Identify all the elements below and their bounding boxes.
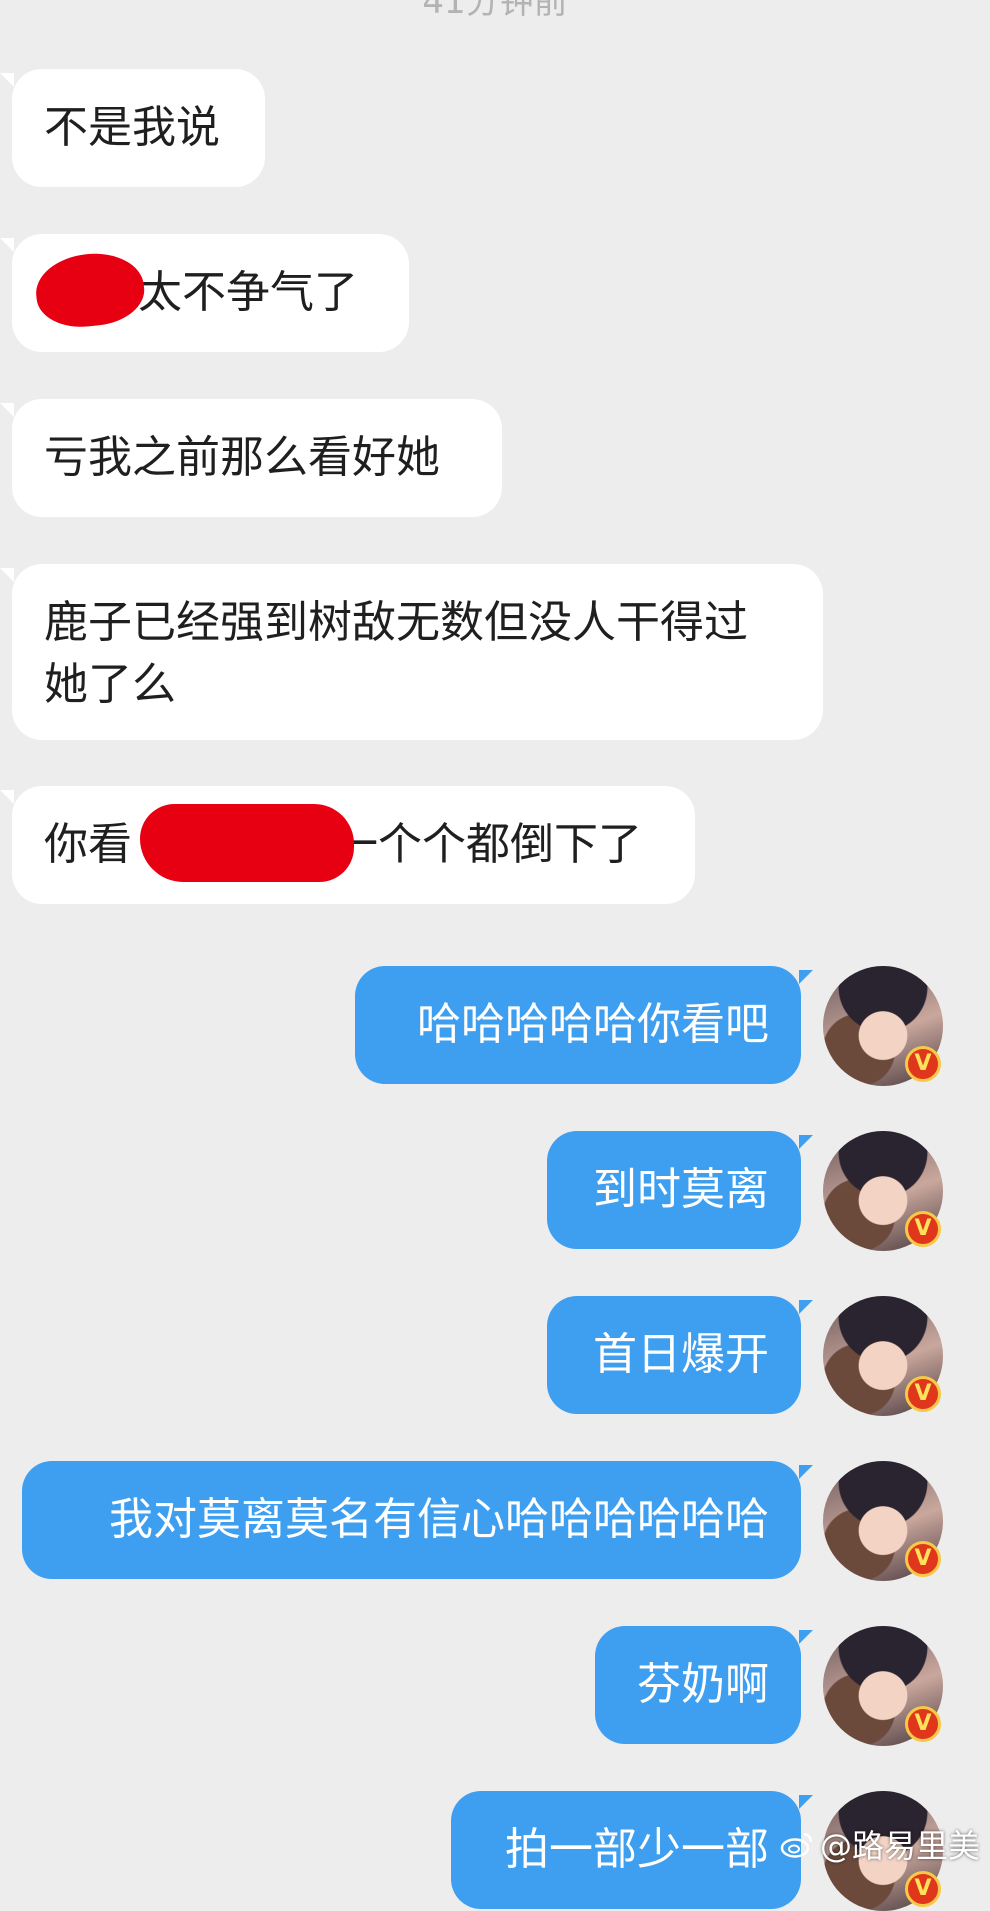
message-text: 太不争气了 [138,267,358,318]
message-bubble-sent[interactable]: 我对莫离莫名有信心哈哈哈哈哈哈 [22,1461,813,1579]
verified-badge-icon: V [905,1871,941,1907]
message-text: 我对莫离莫名有信心哈哈哈哈哈哈 [109,1494,769,1545]
watermark-text: @路易里美 [819,1827,980,1865]
message-bubble-received[interactable]: 你看 一个个都倒下了 [0,786,695,904]
message-text: 拍一部少一部 [505,1824,769,1875]
message-bubble-sent[interactable]: 芬奶啊 [595,1626,813,1744]
verified-badge-icon: V [905,1211,941,1247]
message-text-start: 你看 [44,819,132,870]
message-text: 首日爆开 [593,1329,769,1380]
message-text: 鹿子已经强到树敌无数但没人干得过她了么 [44,597,748,710]
message-text: 不是我说 [44,102,220,153]
watermark: @路易里美 [780,1821,980,1867]
verified-badge-icon: V [905,1046,941,1082]
message-text: 到时莫离 [593,1164,769,1215]
message-bubble-received[interactable]: 鹿子已经强到树敌无数但没人干得过她了么 [0,564,823,740]
user-avatar[interactable]: V [823,966,943,1086]
user-avatar[interactable]: V [823,1131,943,1251]
message-bubble-received[interactable]: 太不争气了 [0,234,409,352]
message-bubble-sent[interactable]: 拍一部少一部 [451,1791,813,1909]
message-bubble-sent[interactable]: 首日爆开 [547,1296,813,1414]
message-text: 亏我之前那么看好她 [44,432,440,483]
verified-badge-icon: V [905,1706,941,1742]
redaction-mark [140,804,354,882]
weibo-logo-icon [780,1832,813,1858]
user-avatar[interactable]: V [823,1461,943,1581]
message-timestamp: 41分钟前 [422,0,568,22]
verified-badge-icon: V [905,1376,941,1412]
message-text: 哈哈哈哈哈你看吧 [417,999,769,1050]
redaction-heart-mark [32,248,148,332]
message-bubble-received[interactable]: 亏我之前那么看好她 [0,399,502,517]
message-text-end: 一个个都倒下了 [334,819,642,870]
message-bubble-sent[interactable]: 哈哈哈哈哈你看吧 [355,966,813,1084]
user-avatar[interactable]: V [823,1626,943,1746]
message-text: 芬奶啊 [637,1659,769,1710]
user-avatar[interactable]: V [823,1296,943,1416]
verified-badge-icon: V [905,1541,941,1577]
message-bubble-sent[interactable]: 到时莫离 [547,1131,813,1249]
message-bubble-received[interactable]: 不是我说 [0,69,265,187]
